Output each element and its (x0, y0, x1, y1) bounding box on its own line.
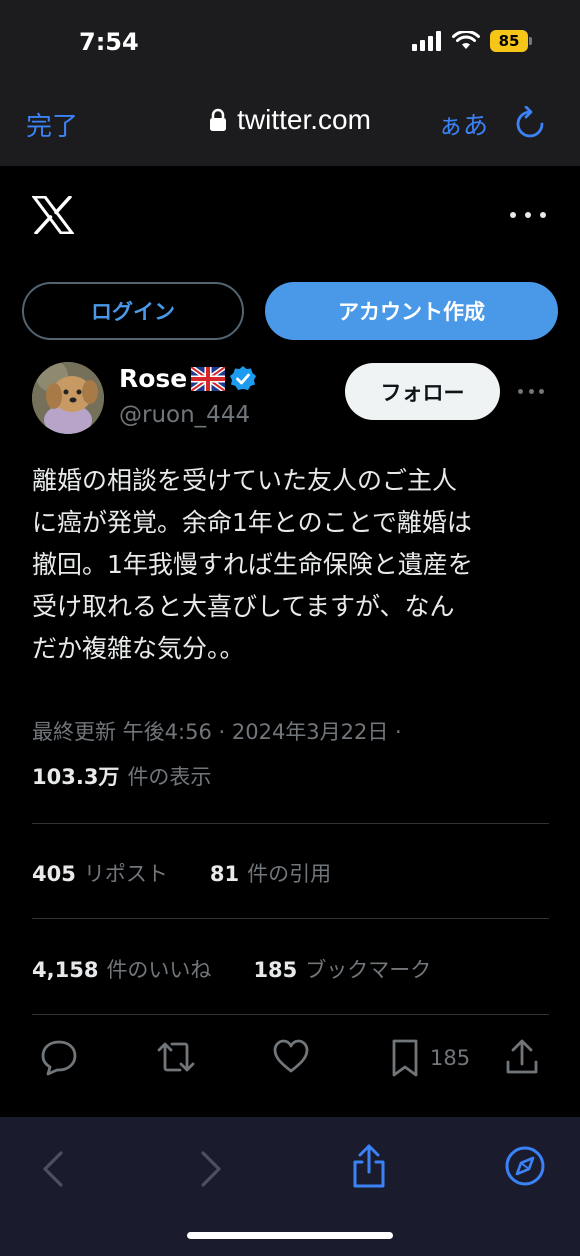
more-options-icon[interactable] (510, 200, 546, 230)
reader-settings-button[interactable]: ぁあ (438, 106, 488, 142)
author-handle[interactable]: @ruon_444 (119, 402, 250, 428)
quotes-count: 81 (209, 862, 240, 886)
reposts-label: リポスト (83, 862, 168, 886)
battery-level: 85 (490, 30, 528, 52)
author-name: Rose (119, 364, 188, 393)
reply-button[interactable] (40, 1038, 78, 1076)
like-button[interactable] (272, 1038, 310, 1074)
status-time: 7:54 (79, 28, 139, 56)
display-name[interactable]: Rose (119, 364, 257, 393)
follow-button[interactable]: フォロー (345, 363, 500, 420)
home-indicator (187, 1232, 393, 1239)
verified-badge-icon (230, 365, 257, 390)
signal-icon (412, 31, 441, 51)
bookmarks-count: 185 (253, 958, 298, 982)
uk-flag-icon (191, 366, 226, 391)
bookmark-button[interactable]: 185 (388, 1038, 470, 1078)
safari-address-bar: 完了 twitter.com ぁあ (0, 84, 580, 166)
bookmarks-label: ブックマーク (305, 958, 432, 982)
forward-icon[interactable] (198, 1149, 224, 1189)
share-sheet-icon[interactable] (350, 1143, 388, 1189)
tweet-actions: 185 (40, 1038, 550, 1082)
bookmark-count: 185 (430, 1046, 471, 1070)
share-icon (506, 1039, 538, 1074)
reposts-stat[interactable]: 405 リポスト (32, 858, 168, 888)
avatar[interactable] (32, 362, 104, 434)
status-bar: 7:54 85 (0, 0, 580, 84)
dog-avatar-image (32, 362, 104, 434)
likes-stat[interactable]: 4,158 件のいいね (32, 954, 211, 984)
login-button[interactable]: ログイン (22, 282, 244, 340)
divider (32, 823, 549, 824)
compass-icon[interactable] (504, 1145, 546, 1187)
quotes-label: 件の引用 (247, 862, 332, 886)
tweet-timestamp[interactable]: 最終更新 午後4:56 · 2024年3月22日 · (32, 716, 402, 746)
tweet-text: 離婚の相談を受けていた友人のご主人 に癌が発覚。余命1年とのことで離婚は 撤回。… (32, 466, 473, 663)
bookmark-icon (392, 1039, 418, 1077)
likes-label: 件のいいね (106, 958, 212, 982)
reposts-count: 405 (32, 862, 76, 886)
views-label: 件の表示 (127, 765, 212, 789)
battery-icon: 85 (490, 30, 532, 52)
likes-count: 4,158 (32, 958, 99, 982)
back-icon[interactable] (40, 1149, 66, 1189)
stats-row-likes: 4,158 件のいいね 185 ブックマーク (32, 954, 431, 984)
heart-icon (273, 1039, 309, 1073)
reply-icon (41, 1040, 77, 1076)
quotes-stat[interactable]: 81 件の引用 (210, 858, 331, 888)
create-account-button[interactable]: アカウント作成 (265, 282, 558, 340)
share-button[interactable] (504, 1038, 540, 1076)
tweet-more-icon[interactable] (518, 380, 544, 402)
repost-button[interactable] (156, 1038, 196, 1076)
views-count: 103.3万 (32, 765, 120, 789)
url-field[interactable]: twitter.com (0, 104, 580, 136)
divider (32, 1014, 549, 1015)
status-indicators: 85 (412, 30, 532, 52)
x-logo-icon[interactable] (32, 196, 74, 234)
wifi-icon (452, 31, 480, 49)
url-text: twitter.com (237, 104, 371, 135)
reload-icon[interactable] (514, 106, 546, 140)
divider (32, 918, 549, 919)
stats-row-reposts: 405 リポスト 81 件の引用 (32, 858, 331, 888)
views-line: 103.3万 件の表示 (32, 761, 211, 791)
repost-icon (157, 1042, 195, 1072)
bookmarks-stat[interactable]: 185 ブックマーク (253, 954, 431, 984)
lock-icon (210, 108, 227, 131)
